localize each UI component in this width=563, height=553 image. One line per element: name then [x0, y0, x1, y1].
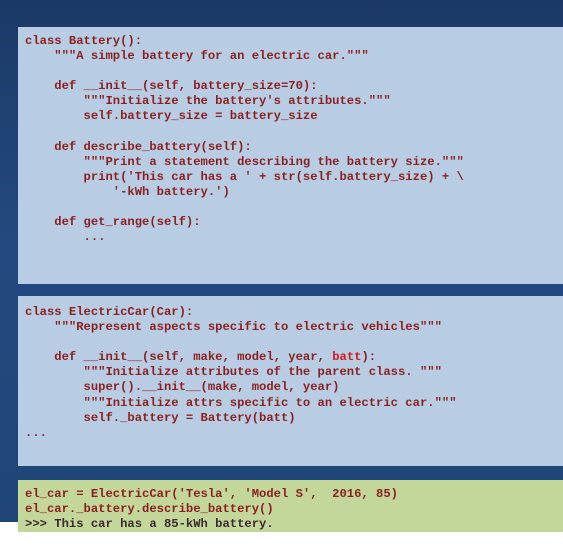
code-line: ...	[25, 425, 47, 440]
code-line: print('This car has a ' + str(self.batte…	[25, 169, 464, 184]
code-line: '-kWh battery.')	[25, 184, 230, 199]
code-line: """Initialize attributes of the parent c…	[25, 365, 442, 380]
code-line-init-signature: def __init__(self, make, model, year, ba…	[25, 350, 563, 365]
code-line: self._battery = Battery(batt)	[25, 410, 296, 425]
code-line: super().__init__(make, model, year)	[25, 380, 340, 395]
code-line: """Initialize the battery's attributes."…	[25, 94, 391, 109]
highlighted-parameter: batt	[332, 350, 362, 365]
code-segment: ):	[361, 350, 377, 365]
electric-car-class-code-block: class ElectricCar(Car): """Represent asp…	[18, 296, 563, 466]
code-line: """Initialize attrs specific to an elect…	[25, 395, 457, 410]
battery-class-code-block: class Battery(): """A simple battery for…	[18, 27, 563, 284]
code-line: el_car._battery.describe_battery()	[25, 502, 274, 517]
usage-example-code-block: el_car = ElectricCar('Tesla', 'Model S',…	[18, 480, 563, 532]
code-line: self.battery_size = battery_size	[25, 109, 318, 124]
code-line: class Battery():	[25, 34, 143, 48]
code-line: ...	[25, 230, 106, 245]
code-line: def describe_battery(self):	[25, 139, 252, 154]
code-line: def __init__(self, battery_size=70):	[25, 79, 318, 94]
code-line: """Represent aspects specific to electri…	[25, 320, 442, 335]
code-line: el_car = ElectricCar('Tesla', 'Model S',…	[25, 487, 398, 501]
console-output-line: >>> This car has a 85-kWh battery.	[25, 517, 274, 532]
code-segment: def __init__(self, make, model, year,	[25, 350, 333, 365]
code-line: class ElectricCar(Car):	[25, 305, 194, 319]
code-line: def get_range(self):	[25, 215, 201, 230]
code-line: """Print a statement describing the batt…	[25, 154, 464, 169]
code-line: """A simple battery for an electric car.…	[25, 49, 369, 64]
